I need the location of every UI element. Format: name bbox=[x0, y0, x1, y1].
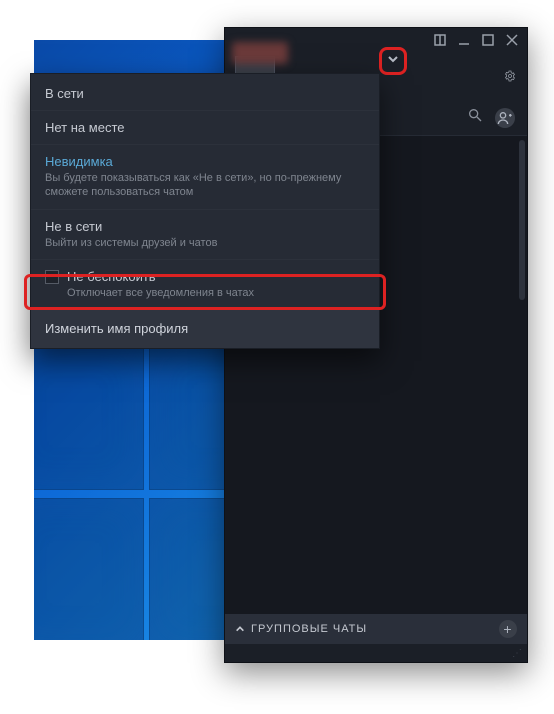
status-dnd-item[interactable]: Не беспокоить Отключает все уведомления … bbox=[31, 259, 379, 309]
chevron-up-icon bbox=[235, 624, 245, 634]
status-away-label: Нет на месте bbox=[45, 120, 365, 135]
status-offline-item[interactable]: Не в сети Выйти из системы друзей и чато… bbox=[31, 209, 379, 259]
status-online-item[interactable]: В сети bbox=[31, 74, 379, 110]
chevron-down-icon[interactable] bbox=[387, 52, 399, 70]
restore-layout-icon[interactable] bbox=[433, 33, 447, 47]
status-offline-label: Не в сети bbox=[45, 219, 365, 234]
window-footer: ГРУППОВЫЕ ЧАТЫ + ⋰ bbox=[225, 614, 527, 662]
wallpaper-tile bbox=[34, 498, 144, 640]
edit-profile-name-label: Изменить имя профиля bbox=[45, 321, 188, 336]
status-away-item[interactable]: Нет на месте bbox=[31, 110, 379, 144]
status-offline-sub: Выйти из системы друзей и чатов bbox=[45, 236, 365, 250]
add-group-chat-icon[interactable]: + bbox=[499, 620, 517, 638]
search-icon[interactable] bbox=[467, 107, 483, 128]
profile-name-blurred bbox=[232, 42, 288, 64]
close-icon[interactable] bbox=[505, 33, 519, 47]
scrollbar-thumb[interactable] bbox=[519, 140, 525, 300]
status-online-label: В сети bbox=[45, 86, 365, 101]
status-dnd-label: Не беспокоить bbox=[67, 269, 254, 284]
wallpaper-tile bbox=[149, 340, 224, 490]
wallpaper-tile bbox=[149, 498, 224, 640]
group-chats-bar[interactable]: ГРУППОВЫЕ ЧАТЫ + bbox=[225, 614, 527, 644]
scrollbar-track bbox=[519, 140, 525, 610]
maximize-icon[interactable] bbox=[481, 33, 495, 47]
status-invisible-sub: Вы будете показываться как «Не в сети», … bbox=[45, 171, 365, 200]
status-dropdown: В сети Нет на месте Невидимка Вы будете … bbox=[30, 73, 380, 349]
status-invisible-item[interactable]: Невидимка Вы будете показываться как «Не… bbox=[31, 144, 379, 209]
status-invisible-label: Невидимка bbox=[45, 154, 365, 169]
gear-icon[interactable] bbox=[503, 69, 517, 83]
edit-profile-name-item[interactable]: Изменить имя профиля bbox=[31, 309, 379, 348]
resize-grip-icon[interactable]: ⋰ bbox=[225, 644, 527, 662]
wallpaper-tile bbox=[34, 340, 144, 490]
status-chevron-highlight bbox=[379, 47, 407, 75]
dnd-checkbox[interactable] bbox=[45, 270, 59, 284]
group-chats-label: ГРУППОВЫЕ ЧАТЫ bbox=[251, 623, 367, 635]
status-dnd-sub: Отключает все уведомления в чатах bbox=[67, 286, 254, 300]
minimize-icon[interactable] bbox=[457, 33, 471, 47]
add-friend-icon[interactable] bbox=[495, 108, 515, 128]
